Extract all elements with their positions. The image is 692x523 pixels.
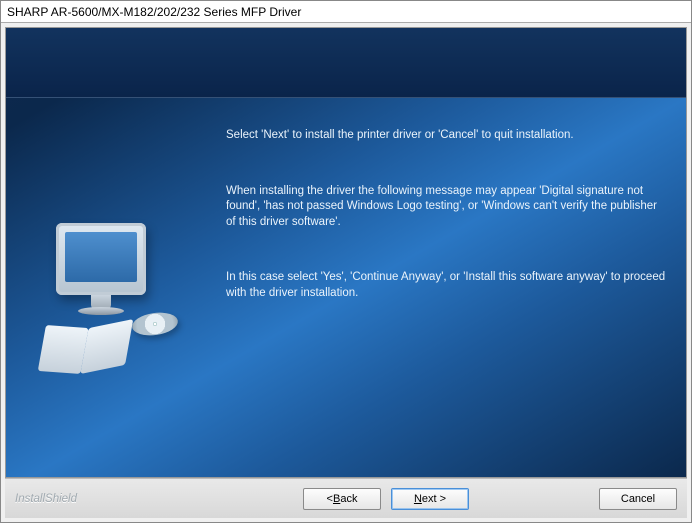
titlebar[interactable]: SHARP AR-5600/MX-M182/202/232 Series MFP… bbox=[1, 1, 691, 23]
installer-window: SHARP AR-5600/MX-M182/202/232 Series MFP… bbox=[0, 0, 692, 523]
content-frame: Select 'Next' to install the printer dri… bbox=[5, 27, 687, 478]
cancel-button[interactable]: Cancel bbox=[599, 488, 677, 510]
window-title: SHARP AR-5600/MX-M182/202/232 Series MFP… bbox=[7, 5, 301, 19]
illustration-column bbox=[6, 98, 216, 477]
main-area: Select 'Next' to install the printer dri… bbox=[6, 98, 686, 477]
header-banner bbox=[6, 28, 686, 98]
warning-text: When installing the driver the following… bbox=[226, 184, 666, 231]
proceed-text: In this case select 'Yes', 'Continue Any… bbox=[226, 270, 666, 301]
computer-illustration-icon bbox=[36, 213, 186, 383]
text-column: Select 'Next' to install the printer dri… bbox=[216, 98, 686, 477]
back-button[interactable]: < Back bbox=[303, 488, 381, 510]
client-area: Select 'Next' to install the printer dri… bbox=[1, 23, 691, 522]
footer-brand: InstallShield bbox=[15, 493, 77, 505]
instruction-text: Select 'Next' to install the printer dri… bbox=[226, 128, 666, 144]
next-button[interactable]: Next > bbox=[391, 488, 469, 510]
footer-bar: InstallShield < Back Next > Cancel bbox=[5, 478, 687, 518]
